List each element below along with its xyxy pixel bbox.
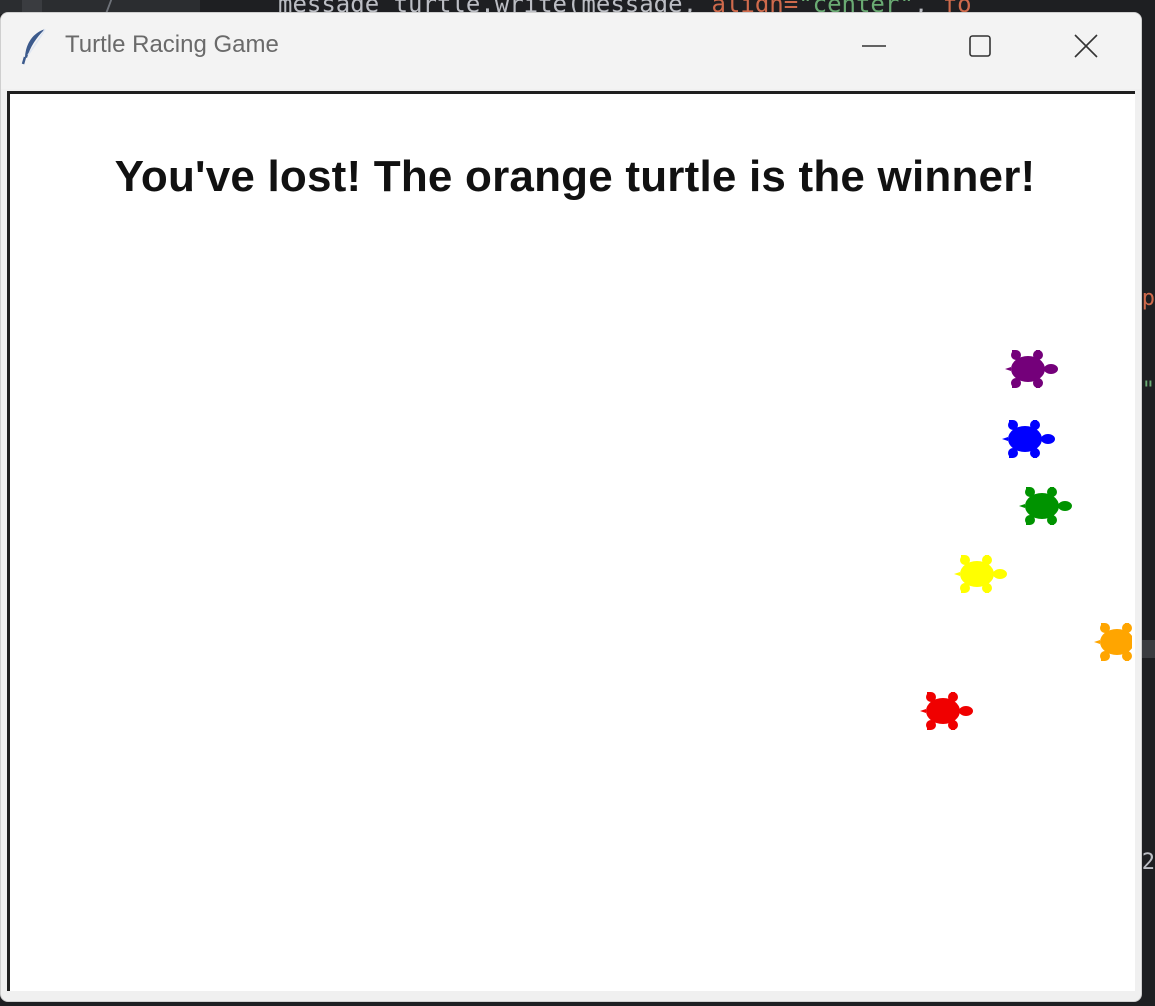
minimize-icon <box>861 33 887 63</box>
maximize-icon <box>967 33 993 63</box>
title-bar[interactable]: Turtle Racing Game <box>1 13 1141 89</box>
close-button[interactable] <box>1033 13 1139 83</box>
editor-edge-glyph-green: " <box>1141 378 1155 403</box>
editor-edge-band <box>1141 640 1155 658</box>
maximize-button[interactable] <box>927 13 1033 83</box>
turtle-window: Turtle Racing Game You've lost! The oran… <box>0 12 1142 1002</box>
turtle-yellow <box>953 551 1013 597</box>
turtle-red <box>919 688 979 734</box>
turtle-blue <box>1001 416 1061 462</box>
turtle-green <box>1018 483 1078 529</box>
race-canvas[interactable]: You've lost! The orange turtle is the wi… <box>10 94 1132 988</box>
editor-edge-glyph-red: p <box>1141 286 1155 311</box>
editor-edge-glyph-number: 2 <box>1141 850 1155 875</box>
turtle-orange <box>1093 619 1132 665</box>
turtle-purple <box>1004 346 1064 392</box>
result-message: You've lost! The orange turtle is the wi… <box>114 152 1036 201</box>
close-icon <box>1073 33 1099 63</box>
minimize-button[interactable] <box>821 13 927 83</box>
gutter-marker <box>22 0 42 12</box>
window-title: Turtle Racing Game <box>65 31 279 58</box>
turtle-screen: You've lost! The orange turtle is the wi… <box>7 91 1135 991</box>
feather-icon <box>21 27 49 65</box>
